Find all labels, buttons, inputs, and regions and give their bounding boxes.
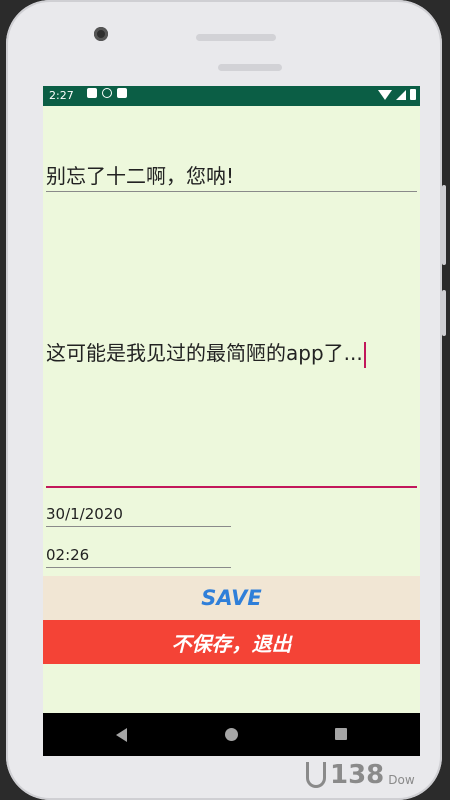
wifi-icon — [378, 89, 392, 100]
sensor-bar — [218, 64, 282, 71]
status-system-icons — [378, 89, 416, 100]
navigation-bar — [43, 713, 420, 756]
watermark-text: 138 — [330, 760, 385, 790]
status-notification-icons — [87, 88, 127, 98]
watermark: 138 Dow — [306, 760, 415, 790]
exit-without-saving-button[interactable]: 不保存，退出 — [43, 620, 420, 664]
sync-icon — [102, 88, 112, 98]
front-camera — [94, 27, 108, 41]
status-bar: 2:27 — [43, 86, 420, 106]
note-content-value: 这可能是我见过的最简陋的app了... — [46, 341, 363, 365]
note-content-text: 这可能是我见过的最简陋的app了... — [46, 339, 366, 368]
note-content-input[interactable]: 这可能是我见过的最简陋的app了... — [46, 191, 417, 488]
a-notification-icon — [87, 88, 97, 98]
recent-apps-icon[interactable] — [335, 728, 347, 740]
date-input[interactable]: 30/1/2020 — [46, 502, 231, 527]
watermark-suffix: Dow — [388, 773, 415, 787]
watermark-logo-icon — [306, 762, 326, 788]
sd-card-icon — [117, 88, 127, 98]
note-title-input[interactable]: 别忘了十二啊，您呐! — [46, 161, 417, 192]
volume-button — [442, 185, 446, 265]
signal-icon — [396, 89, 406, 100]
battery-icon — [410, 89, 416, 100]
home-icon[interactable] — [225, 728, 238, 741]
status-time: 2:27 — [49, 89, 74, 102]
app-screen: 2:27 别忘了十二啊，您呐! 这可能是我见过的最简陋的app了... 30/1… — [43, 86, 420, 756]
save-button[interactable]: SAVE — [43, 576, 420, 620]
text-cursor — [363, 341, 366, 368]
earpiece-speaker — [196, 34, 276, 41]
back-icon[interactable] — [116, 728, 127, 742]
time-input[interactable]: 02:26 — [46, 543, 231, 568]
power-button — [442, 290, 446, 336]
